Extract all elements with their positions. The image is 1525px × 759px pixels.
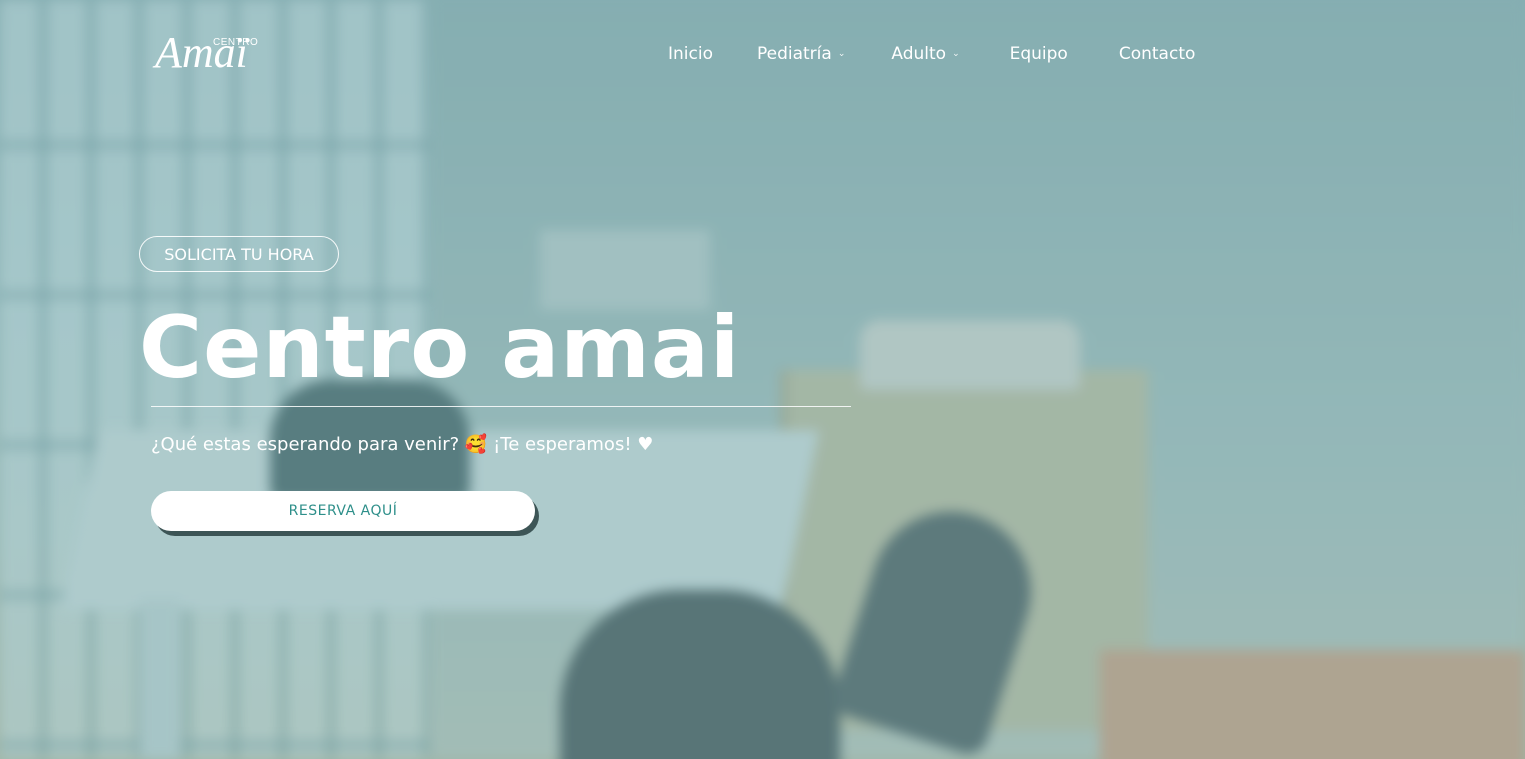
logo-small-text: CENTRO [213, 37, 259, 48]
hero-tag: SOLICITA TU HORA [139, 236, 339, 272]
page-title: Centro amai [139, 298, 741, 398]
nav-item-adulto[interactable]: Adulto ⌄ [891, 44, 959, 64]
chevron-down-icon: ⌄ [952, 48, 960, 59]
chevron-down-icon: ⌄ [837, 48, 846, 59]
nav-item-inicio[interactable]: Inicio [668, 44, 713, 64]
nav-item-label: Equipo [1009, 44, 1068, 64]
nav-item-contacto[interactable]: Contacto [1119, 44, 1196, 64]
nav-item-pediatria[interactable]: Pediatría ⌄ [757, 44, 845, 64]
nav-item-equipo[interactable]: Equipo [1010, 44, 1068, 64]
hero-subtitle: ¿Qué estas esperando para venir? 🥰 ¡Te e… [151, 434, 654, 455]
hero-section: Amaï CENTRO Inicio Pediatría ⌄ Adulto ⌄ … [0, 0, 1525, 759]
reserve-button[interactable]: RESERVA AQUÍ [151, 491, 535, 531]
main-nav: Inicio Pediatría ⌄ Adulto ⌄ Equipo Conta… [668, 42, 1195, 66]
logo[interactable]: Amaï CENTRO [155, 28, 300, 78]
nav-item-label: Pediatría [756, 44, 832, 64]
nav-item-label: Inicio [668, 44, 713, 64]
nav-item-label: Adulto [891, 44, 947, 64]
nav-item-label: Contacto [1118, 44, 1196, 64]
title-divider [151, 406, 851, 407]
